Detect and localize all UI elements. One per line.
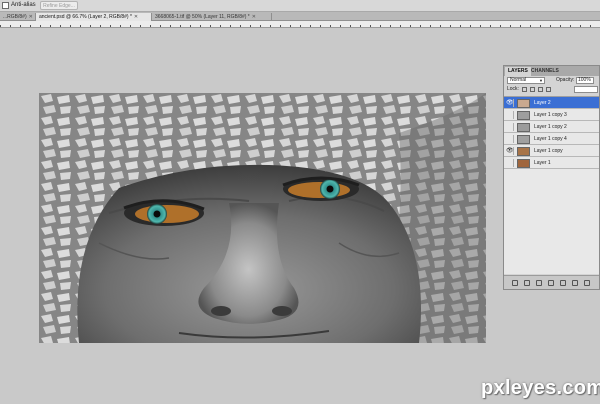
lock-label: Lock: — [507, 86, 519, 92]
new-group-icon[interactable] — [560, 280, 566, 286]
layer-row[interactable]: Layer 1 copy 2 — [504, 121, 599, 133]
opacity-label: Opacity: — [556, 77, 575, 83]
close-icon[interactable]: ✕ — [29, 13, 33, 21]
opacity-input[interactable]: 100% — [576, 77, 594, 84]
tab-label: ancient.psd @ 66.7% (Layer 2, RGB/8#) * — [39, 14, 132, 20]
chevron-down-icon: ▼ — [539, 78, 543, 83]
layer-thumbnail — [517, 99, 530, 108]
layer-name: Layer 1 copy 4 — [534, 136, 567, 142]
layer-row[interactable]: 👁 Layer 1 copy — [504, 145, 599, 157]
layers-list: 👁 Layer 2 Layer 1 copy 3 Layer 1 copy 2 … — [504, 96, 599, 274]
layer-row[interactable]: Layer 1 copy 3 — [504, 109, 599, 121]
tab-channels[interactable]: CHANNELS — [528, 67, 562, 76]
horizontal-ruler[interactable] — [0, 21, 600, 28]
adjustment-layer-icon[interactable] — [548, 280, 554, 286]
document-tab[interactable]: 3668065-1.tif @ 50% (Layer 11, RGB/8#) *… — [152, 13, 272, 21]
close-icon[interactable]: ✕ — [134, 13, 138, 21]
lock-position-icon[interactable] — [538, 87, 543, 92]
lock-transparency-icon[interactable] — [522, 87, 527, 92]
trash-icon[interactable] — [584, 280, 590, 286]
layer-mask-icon[interactable] — [536, 280, 542, 286]
layer-name: Layer 1 copy — [534, 148, 563, 154]
anti-alias-checkbox[interactable] — [2, 2, 9, 9]
blend-mode-select[interactable]: Normal ▼ — [507, 77, 545, 84]
lock-row: Lock: — [504, 85, 599, 94]
eye-icon[interactable] — [506, 123, 514, 131]
watermark: pxleyes.com — [481, 377, 600, 399]
close-icon[interactable]: ✕ — [252, 13, 256, 21]
document-canvas[interactable] — [39, 93, 486, 343]
tab-label: ...RGB/8#) — [3, 14, 27, 20]
eye-icon[interactable] — [506, 111, 514, 119]
blend-row: Normal ▼ Opacity: 100% — [504, 76, 599, 85]
blend-mode-value: Normal — [510, 77, 527, 83]
artwork-face — [39, 93, 486, 343]
layer-row[interactable]: Layer 1 copy 4 — [504, 133, 599, 145]
layer-style-icon[interactable] — [524, 280, 530, 286]
eye-icon[interactable] — [506, 135, 514, 143]
document-tab-bar: ...RGB/8#) ✕ ancient.psd @ 66.7% (Layer 2… — [0, 12, 600, 21]
anti-alias-label: Anti-alias — [11, 2, 36, 8]
layer-thumbnail — [517, 111, 530, 120]
layer-thumbnail — [517, 135, 530, 144]
tab-label: 3668065-1.tif @ 50% (Layer 11, RGB/8#) * — [155, 14, 250, 20]
panel-tabs: LAYERS CHANNELS — [504, 66, 599, 76]
layer-name: Layer 2 — [534, 100, 551, 106]
layer-thumbnail — [517, 159, 530, 168]
layer-row[interactable]: 👁 Layer 2 — [504, 97, 599, 109]
link-layers-icon[interactable] — [512, 280, 518, 286]
lock-pixels-icon[interactable] — [530, 87, 535, 92]
layers-panel: LAYERS CHANNELS Normal ▼ Opacity: 100% L… — [503, 65, 600, 290]
eye-icon[interactable]: 👁 — [506, 147, 514, 155]
layer-name: Layer 1 copy 2 — [534, 124, 567, 130]
layer-name: Layer 1 copy 3 — [534, 112, 567, 118]
lock-all-icon[interactable] — [546, 87, 551, 92]
layers-panel-footer — [504, 275, 599, 289]
layer-row[interactable]: Layer 1 — [504, 157, 599, 169]
eye-icon[interactable]: 👁 — [506, 99, 514, 107]
document-tab[interactable]: ...RGB/8#) ✕ — [0, 13, 36, 21]
layer-thumbnail — [517, 147, 530, 156]
options-bar: Anti-alias Refine Edge... — [0, 0, 600, 12]
document-tab-active[interactable]: ancient.psd @ 66.7% (Layer 2, RGB/8#) * ✕ — [36, 13, 152, 21]
new-layer-icon[interactable] — [572, 280, 578, 286]
fill-input[interactable] — [574, 86, 598, 93]
tab-layers[interactable]: LAYERS — [505, 67, 531, 76]
refine-edge-button[interactable]: Refine Edge... — [40, 1, 78, 10]
layer-thumbnail — [517, 123, 530, 132]
eye-icon[interactable] — [506, 159, 514, 167]
layer-name: Layer 1 — [534, 160, 551, 166]
